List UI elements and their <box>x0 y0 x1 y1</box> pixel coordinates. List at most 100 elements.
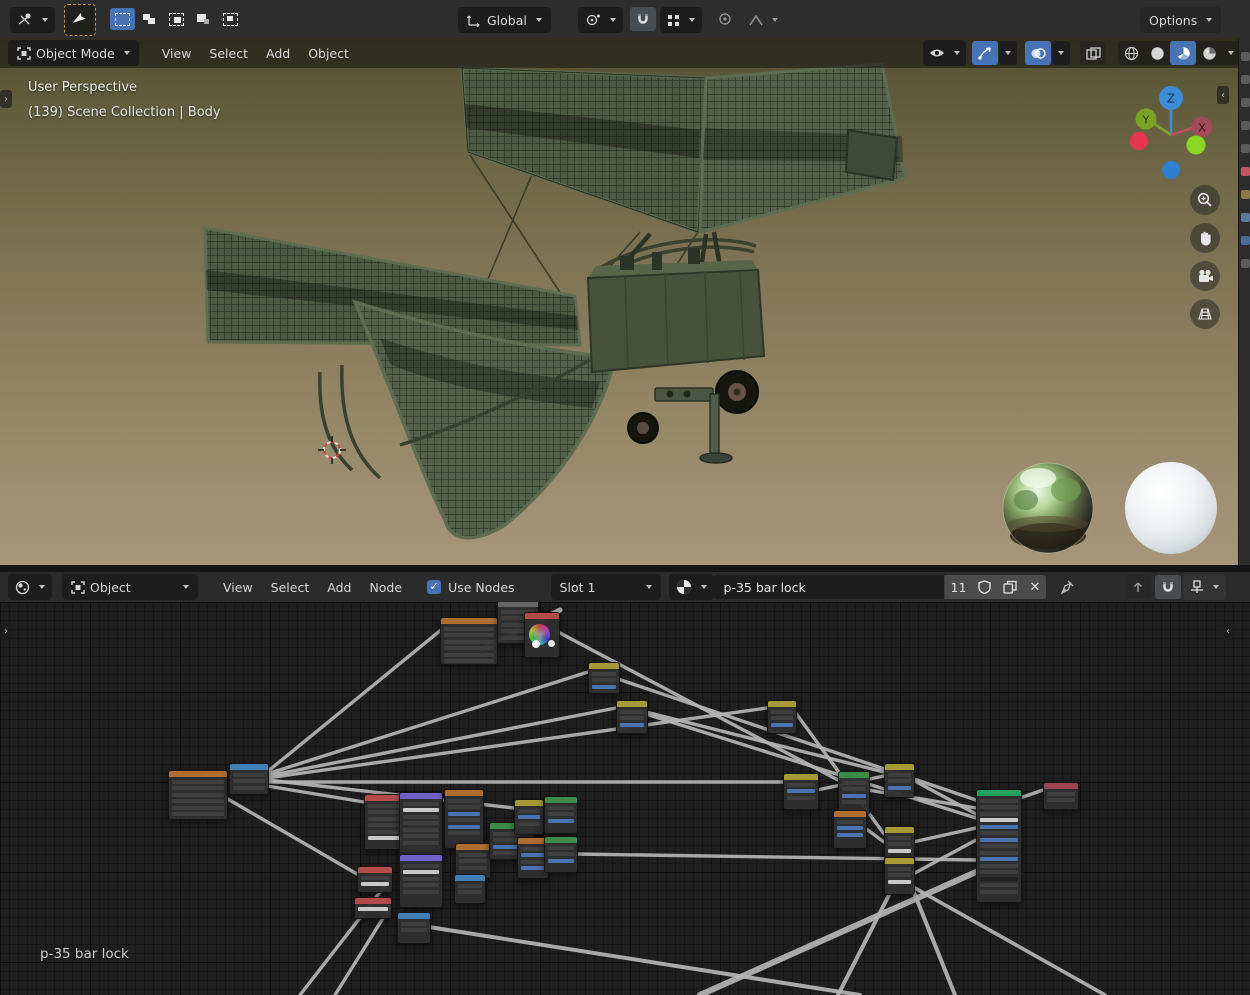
node-menu-add[interactable]: Add <box>318 575 360 599</box>
properties-tab-strip[interactable] <box>1238 38 1250 565</box>
use-nodes-checkbox[interactable]: ✓ <box>427 580 441 594</box>
pan-button[interactable] <box>1190 223 1220 253</box>
node-menu-node[interactable]: Node <box>360 575 411 599</box>
node-mix-5[interactable] <box>783 773 819 810</box>
shader-node-editor[interactable]: p-35 bar lock › ‹ <box>0 602 1250 995</box>
menu-object[interactable]: Object <box>299 41 358 65</box>
overlays-toggle[interactable] <box>1025 41 1051 65</box>
properties-tab[interactable] <box>1241 75 1250 84</box>
gizmos-toggle[interactable] <box>972 41 998 65</box>
node-curves-1[interactable] <box>399 792 443 858</box>
gizmos-dropdown[interactable] <box>999 41 1017 65</box>
camera-view-button[interactable] <box>1190 261 1220 291</box>
node-vector-math-4[interactable] <box>838 771 870 815</box>
go-to-parent-node-tree-button[interactable] <box>1125 575 1151 599</box>
viewport-3d[interactable]: Object Mode View Select Add Object <box>0 38 1250 565</box>
properties-tab[interactable] <box>1241 144 1250 153</box>
properties-tab[interactable] <box>1241 98 1250 107</box>
toggle-ortho-button[interactable] <box>1190 299 1220 329</box>
new-material-button[interactable] <box>997 575 1023 599</box>
slot-dropdown[interactable]: Slot 1 <box>551 574 661 600</box>
node-mix-3[interactable] <box>767 700 797 734</box>
node-snap-target-dropdown[interactable] <box>1183 574 1226 600</box>
node-mix-4[interactable] <box>514 799 544 835</box>
shader-editor-type-button[interactable] <box>8 574 52 600</box>
node-image-texture-top[interactable] <box>440 617 498 665</box>
menu-view[interactable]: View <box>153 41 201 65</box>
properties-tab[interactable] <box>1241 259 1250 268</box>
node-color-picker[interactable] <box>524 612 560 658</box>
properties-tab-material[interactable] <box>1241 167 1250 176</box>
properties-tab[interactable] <box>1241 190 1250 199</box>
node-curves-2[interactable] <box>399 854 443 908</box>
editor-type-button[interactable] <box>10 7 55 33</box>
options-dropdown[interactable]: Options <box>1140 7 1221 33</box>
snap-node-icon <box>1190 580 1204 594</box>
viewport-sidebar-toggle-right[interactable]: ‹ <box>1217 86 1229 104</box>
node-texture-right[interactable] <box>833 810 867 849</box>
node-mix-1[interactable] <box>588 662 620 694</box>
select-mode-intersect[interactable] <box>218 8 243 30</box>
xray-toggle[interactable] <box>1080 41 1106 65</box>
node-sidebar-toggle-left[interactable]: › <box>0 622 12 640</box>
node-sidebar-toggle-right[interactable]: ‹ <box>1222 622 1234 640</box>
proportional-falloff-dropdown[interactable] <box>742 7 785 33</box>
fake-user-button[interactable] <box>972 575 997 599</box>
overlays-dropdown[interactable] <box>1052 41 1070 65</box>
node-value-1[interactable] <box>357 866 393 893</box>
proportional-edit-button[interactable] <box>712 7 738 31</box>
area-splitter[interactable] <box>0 565 1250 572</box>
menu-select[interactable]: Select <box>200 41 257 65</box>
mode-dropdown[interactable]: Object Mode <box>8 40 139 66</box>
node-image-texture-mid[interactable] <box>444 789 484 849</box>
node-converter-1[interactable] <box>454 874 486 904</box>
material-name-input[interactable]: p-35 bar lock <box>714 575 944 599</box>
node-vector-math-2[interactable] <box>544 796 578 834</box>
pin-button[interactable] <box>1054 575 1080 599</box>
node-vector-math-3[interactable] <box>544 836 578 873</box>
browse-material-button[interactable] <box>669 574 714 600</box>
unlink-material-button[interactable]: ✕ <box>1023 575 1046 599</box>
node-menu-select[interactable]: Select <box>262 575 319 599</box>
use-nodes-toggle[interactable]: ✓ Use Nodes <box>427 580 514 595</box>
zoom-button[interactable] <box>1190 185 1220 215</box>
node-mix-6[interactable] <box>884 763 915 798</box>
material-users-count[interactable]: 11 <box>944 575 973 599</box>
menu-add[interactable]: Add <box>257 41 299 65</box>
shader-type-dropdown[interactable]: Object <box>62 574 198 600</box>
transform-orientation-dropdown[interactable]: Global <box>458 7 551 33</box>
node-mix-8[interactable] <box>884 857 915 895</box>
node-principled-bsdf[interactable] <box>976 789 1022 903</box>
node-mapping[interactable] <box>229 763 269 795</box>
node-mix-2[interactable] <box>616 700 648 734</box>
properties-tab[interactable] <box>1241 236 1250 245</box>
node-menu-view[interactable]: View <box>214 575 262 599</box>
node-converter-2[interactable] <box>397 912 431 944</box>
viewport-sidebar-toggle-left[interactable]: › <box>0 90 12 108</box>
properties-tab[interactable] <box>1241 121 1250 130</box>
properties-tab[interactable] <box>1241 52 1250 61</box>
orientation-label: Global <box>487 13 527 28</box>
select-mode-extend[interactable] <box>137 8 162 30</box>
snap-toggle-button[interactable] <box>630 7 656 31</box>
select-mode-group <box>110 8 245 30</box>
properties-tab[interactable] <box>1241 213 1250 222</box>
node-value-2[interactable] <box>354 897 392 919</box>
select-mode-invert[interactable] <box>191 8 216 30</box>
object-visibility-dropdown[interactable] <box>923 40 966 66</box>
pivot-point-dropdown[interactable] <box>578 7 623 33</box>
select-mode-new[interactable] <box>110 8 135 30</box>
node-image-texture-left[interactable] <box>168 770 228 820</box>
select-mode-subtract[interactable] <box>164 8 189 30</box>
shader-editor-header: Object View Select Add Node ✓ Use Nodes … <box>0 572 1250 603</box>
node-snap-toggle[interactable] <box>1155 575 1181 599</box>
active-tool-select-button[interactable] <box>64 4 96 36</box>
navigation-gizmo[interactable]: Z Y X <box>1125 83 1217 183</box>
shading-solid-button[interactable] <box>1144 41 1170 65</box>
shading-wireframe-button[interactable] <box>1118 41 1144 65</box>
snap-settings-dropdown[interactable] <box>660 7 702 33</box>
node-mix-7[interactable] <box>884 826 915 861</box>
node-material-output[interactable] <box>1043 782 1079 810</box>
shading-material-button[interactable] <box>1170 41 1196 65</box>
shading-rendered-button[interactable] <box>1196 41 1222 65</box>
